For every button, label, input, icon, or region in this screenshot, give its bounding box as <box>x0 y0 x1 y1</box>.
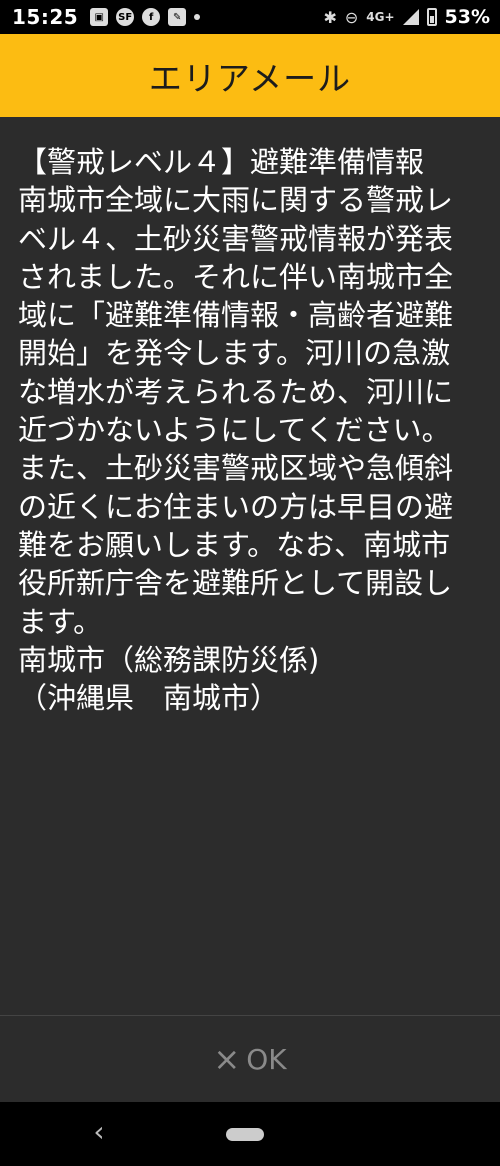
do-not-disturb-icon: ⊖ <box>344 7 359 27</box>
status-bar: 15:25 ▣ SF f ✎ ✱ ⊖ 4G+ 53% <box>0 0 500 34</box>
network-type: 4G+ <box>366 10 395 24</box>
status-right: ✱ ⊖ 4G+ 53% <box>323 6 490 28</box>
signal-icon <box>402 9 419 25</box>
status-time: 15:25 <box>12 5 79 29</box>
message-area: 【警戒レベル４】避難準備情報 南城市全域に大雨に関する警戒レベル４、土砂災害警戒… <box>0 117 500 1015</box>
dot-icon <box>194 14 201 20</box>
home-pill-icon[interactable] <box>226 1128 264 1141</box>
page-title: エリアメール <box>148 58 352 98</box>
news-app-icon: ✎ <box>168 8 187 26</box>
close-icon: × <box>213 1040 241 1078</box>
bluetooth-icon: ✱ <box>323 7 337 27</box>
footer: × OK <box>0 1015 500 1102</box>
back-icon[interactable]: ‹ <box>86 1118 112 1146</box>
alert-message: 【警戒レベル４】避難準備情報 南城市全域に大雨に関する警戒レベル４、土砂災害警戒… <box>18 145 454 716</box>
sf-app-icon: SF <box>116 8 135 26</box>
ok-button[interactable]: × OK <box>193 1033 306 1086</box>
battery-percent: 53% <box>444 6 490 28</box>
ok-label: OK <box>246 1042 287 1076</box>
battery-icon <box>426 8 437 26</box>
facebook-icon: f <box>142 8 161 26</box>
app-header: エリアメール <box>0 34 500 117</box>
image-icon: ▣ <box>90 8 109 26</box>
notification-icons: ▣ SF f ✎ <box>90 8 201 26</box>
navigation-bar: ‹ <box>0 1102 500 1166</box>
